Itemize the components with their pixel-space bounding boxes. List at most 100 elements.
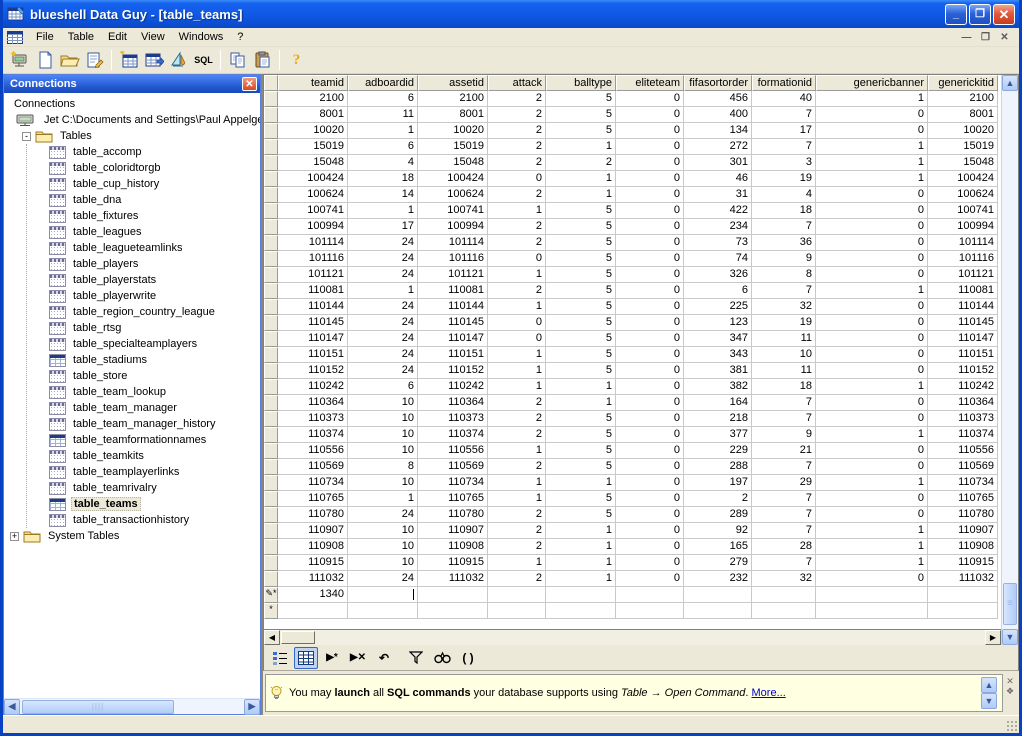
cell-formationid[interactable]: 28 [752, 539, 816, 555]
cell-assetid[interactable]: 110734 [418, 475, 488, 491]
cell-attack[interactable]: 1 [488, 203, 546, 219]
cell-fifasortorder[interactable]: 123 [684, 315, 752, 331]
cell-formationid[interactable]: 29 [752, 475, 816, 491]
cell-balltype[interactable]: 5 [546, 235, 616, 251]
cell-assetid[interactable]: 2100 [418, 91, 488, 107]
cell-formationid[interactable]: 36 [752, 235, 816, 251]
cell-eliteteam[interactable]: 0 [616, 523, 684, 539]
cell-generickitid[interactable]: 110569 [928, 459, 998, 475]
cell-fifasortorder[interactable]: 232 [684, 571, 752, 587]
cell-adboardid[interactable]: 24 [348, 235, 418, 251]
cell-teamid[interactable]: 110569 [278, 459, 348, 475]
cell-eliteteam[interactable]: 0 [616, 315, 684, 331]
cell-genericbanner[interactable]: 0 [816, 299, 928, 315]
cell-assetid[interactable]: 101114 [418, 235, 488, 251]
cell-generickitid[interactable]: 100424 [928, 171, 998, 187]
cell-teamid[interactable]: 110152 [278, 363, 348, 379]
mdi-restore-button[interactable]: ❐ [977, 30, 994, 44]
cell-attack[interactable]: 2 [488, 523, 546, 539]
cell-genericbanner[interactable]: 0 [816, 571, 928, 587]
cell-formationid[interactable]: 7 [752, 491, 816, 507]
cell-balltype[interactable]: 5 [546, 123, 616, 139]
cell-adboardid[interactable]: 6 [348, 91, 418, 107]
row-selector[interactable] [264, 219, 278, 235]
cell-attack[interactable]: 2 [488, 411, 546, 427]
cell-teamid[interactable]: 101116 [278, 251, 348, 267]
grid-vertical-scrollbar[interactable]: ▲ ▼ [1001, 75, 1018, 645]
cell-fifasortorder[interactable]: 46 [684, 171, 752, 187]
cell-eliteteam[interactable]: 0 [616, 363, 684, 379]
row-selector[interactable] [264, 123, 278, 139]
cell-eliteteam[interactable] [616, 587, 684, 603]
row-selector[interactable] [264, 411, 278, 427]
cell-fifasortorder[interactable]: 229 [684, 443, 752, 459]
cell-assetid[interactable]: 15019 [418, 139, 488, 155]
cell-generickitid[interactable]: 15048 [928, 155, 998, 171]
connections-panel-header[interactable]: Connections ✕ [4, 75, 260, 93]
cell-generickitid[interactable] [928, 603, 998, 619]
cell-balltype[interactable]: 5 [546, 315, 616, 331]
menu-view[interactable]: View [134, 29, 172, 45]
cell-fifasortorder[interactable]: 456 [684, 91, 752, 107]
cell-balltype[interactable] [546, 587, 616, 603]
row-selector[interactable] [264, 171, 278, 187]
cell-attack[interactable]: 1 [488, 379, 546, 395]
cell-formationid[interactable]: 7 [752, 555, 816, 571]
cell-generickitid[interactable]: 110145 [928, 315, 998, 331]
cell-formationid[interactable]: 7 [752, 411, 816, 427]
cell-balltype[interactable]: 5 [546, 507, 616, 523]
cell-balltype[interactable]: 1 [546, 539, 616, 555]
cell-attack[interactable]: 2 [488, 571, 546, 587]
cell-balltype[interactable]: 5 [546, 91, 616, 107]
cell-generickitid[interactable]: 101116 [928, 251, 998, 267]
minimize-button[interactable]: _ [945, 4, 967, 25]
cell-genericbanner[interactable]: 0 [816, 315, 928, 331]
cell-attack[interactable]: 1 [488, 475, 546, 491]
column-header-eliteteam[interactable]: eliteteam [616, 75, 684, 91]
scroll-right-icon[interactable]: ▶ [985, 630, 1001, 645]
cell-assetid[interactable]: 110081 [418, 283, 488, 299]
cell-genericbanner[interactable]: 0 [816, 123, 928, 139]
cell-attack[interactable]: 2 [488, 395, 546, 411]
column-header-formationid[interactable]: formationid [752, 75, 816, 91]
cell-adboardid[interactable]: 10 [348, 539, 418, 555]
cell-balltype[interactable]: 1 [546, 187, 616, 203]
cell-eliteteam[interactable]: 0 [616, 283, 684, 299]
cell-attack[interactable]: 2 [488, 139, 546, 155]
cell-balltype[interactable]: 5 [546, 363, 616, 379]
cell-genericbanner[interactable]: 1 [816, 139, 928, 155]
tree-item-table_coloridtorgb[interactable]: table_coloridtorgb [27, 160, 260, 176]
cell-attack[interactable]: 1 [488, 347, 546, 363]
panel-close-icon[interactable]: ✕ [242, 77, 257, 91]
cell-attack[interactable]: 2 [488, 459, 546, 475]
cell-formationid[interactable]: 11 [752, 363, 816, 379]
cell-attack[interactable]: 1 [488, 363, 546, 379]
cell-genericbanner[interactable]: 0 [816, 507, 928, 523]
cell-eliteteam[interactable]: 0 [616, 267, 684, 283]
cell-formationid[interactable]: 19 [752, 315, 816, 331]
cell-genericbanner[interactable]: 1 [816, 539, 928, 555]
row-selector[interactable] [264, 507, 278, 523]
cell-adboardid[interactable]: 24 [348, 267, 418, 283]
row-selector[interactable] [264, 555, 278, 571]
cell-balltype[interactable]: 5 [546, 443, 616, 459]
cell-generickitid[interactable]: 100624 [928, 187, 998, 203]
cell-eliteteam[interactable]: 0 [616, 475, 684, 491]
undo-icon[interactable]: ↶ [372, 647, 396, 669]
cell-eliteteam[interactable]: 0 [616, 171, 684, 187]
cell-adboardid[interactable]: 10 [348, 555, 418, 571]
cell-balltype[interactable]: 1 [546, 379, 616, 395]
row-selector[interactable] [264, 331, 278, 347]
cell-teamid[interactable]: 100994 [278, 219, 348, 235]
titlebar[interactable]: blueshell Data Guy - [table_teams] _ ❐ ✕ [3, 0, 1019, 28]
cell-formationid[interactable]: 21 [752, 443, 816, 459]
cell-fifasortorder[interactable]: 218 [684, 411, 752, 427]
cell-genericbanner[interactable]: 0 [816, 459, 928, 475]
new-table-icon[interactable] [116, 48, 141, 72]
cell-formationid[interactable]: 9 [752, 251, 816, 267]
tree-item-table_team_lookup[interactable]: table_team_lookup [27, 384, 260, 400]
cell-teamid[interactable]: 110907 [278, 523, 348, 539]
cell-teamid[interactable]: 110145 [278, 315, 348, 331]
tree-item-table_stadiums[interactable]: table_stadiums [27, 352, 260, 368]
cell-eliteteam[interactable]: 0 [616, 411, 684, 427]
